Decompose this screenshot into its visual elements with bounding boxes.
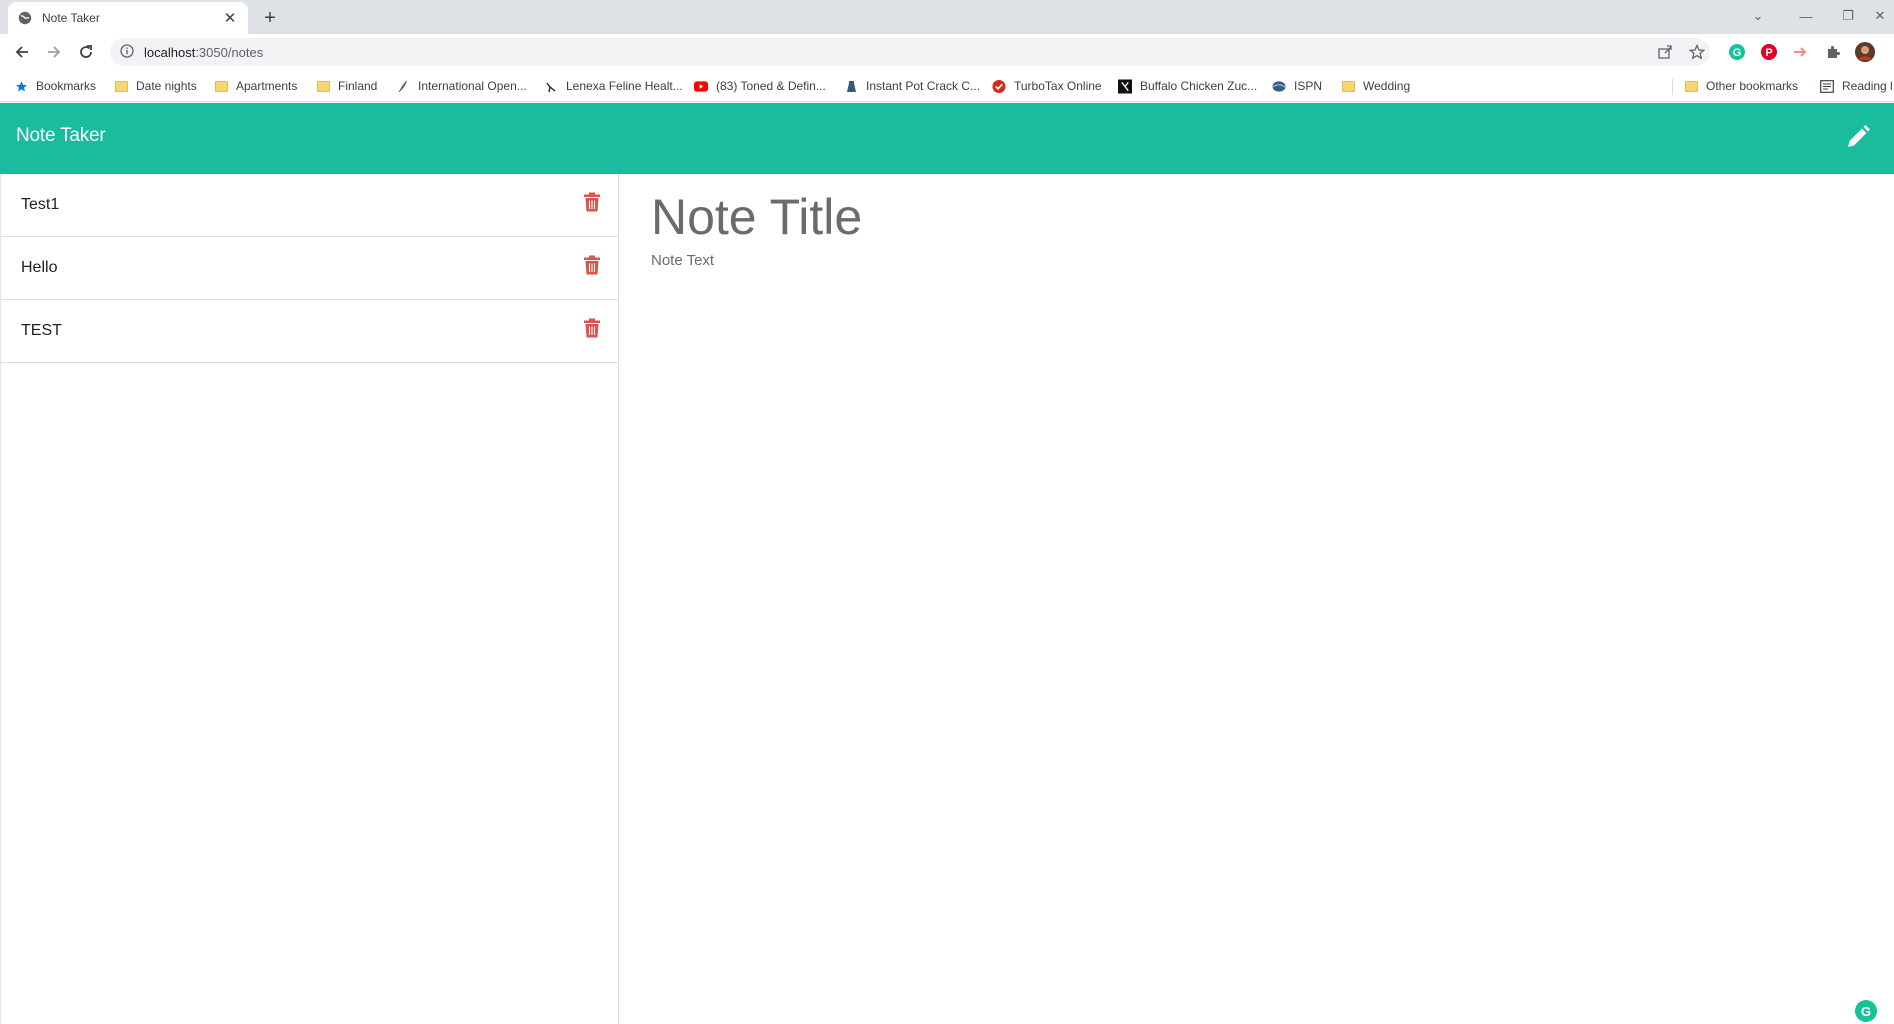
tab-title: Note Taker — [42, 11, 100, 25]
pinterest-extension-icon[interactable]: P — [1759, 42, 1779, 62]
feather-icon — [396, 79, 410, 93]
svg-text:G: G — [1733, 47, 1742, 59]
bookmark-folder[interactable]: Date nights — [114, 76, 197, 96]
browser-toolbar: localhost:3050/notes G P — [0, 34, 1894, 70]
bookmark-item[interactable]: Lenexa Feline Healt... — [544, 76, 683, 96]
bookmark-label: ISPN — [1294, 79, 1323, 93]
browser-tabstrip: Note Taker ✕ + ⌄ — ❐ ✕ — [0, 0, 1894, 34]
bookmark-item[interactable]: International Open... — [396, 76, 527, 96]
bookmark-item[interactable]: Buffalo Chicken Zuc... — [1118, 76, 1257, 96]
turbotax-icon — [992, 79, 1006, 93]
close-window-icon[interactable]: ✕ — [1866, 4, 1894, 28]
note-text-input[interactable] — [651, 252, 1851, 952]
bookmarks-divider — [1672, 79, 1673, 95]
trash-icon[interactable] — [583, 255, 601, 275]
bookmark-label: Apartments — [236, 79, 298, 93]
bookmark-label: Reading l — [1842, 79, 1893, 93]
bookmark-label: Wedding — [1363, 79, 1411, 93]
note-editor — [620, 174, 1894, 1024]
other-bookmarks-folder[interactable]: Other bookmarks — [1684, 76, 1798, 96]
bookmark-folder[interactable]: Finland — [316, 76, 377, 96]
close-tab-icon[interactable]: ✕ — [222, 10, 238, 27]
bookmark-label: Instant Pot Crack C... — [866, 79, 981, 93]
app-navbar: Note Taker — [0, 103, 1894, 174]
bookmark-label: Bookmarks — [36, 79, 97, 93]
new-tab-button[interactable]: + — [258, 6, 282, 30]
list-item[interactable]: Hello — [1, 237, 619, 300]
bookmark-item[interactable]: ISPN — [1272, 76, 1322, 96]
restore-icon[interactable]: ❐ — [1828, 4, 1868, 28]
profile-avatar[interactable] — [1855, 42, 1875, 62]
folder-icon — [214, 79, 228, 93]
bookmark-label: Lenexa Feline Healt... — [566, 79, 683, 93]
trash-icon[interactable] — [583, 318, 601, 338]
pencil-icon — [1845, 124, 1871, 155]
youtube-icon — [694, 79, 708, 93]
folder-icon — [114, 79, 128, 93]
bookmark-item[interactable]: Instant Pot Crack C... — [844, 76, 980, 96]
folder-icon — [1684, 79, 1698, 93]
globe-icon — [18, 11, 32, 25]
star-icon — [14, 79, 28, 93]
cat-icon — [544, 79, 558, 93]
list-item[interactable]: Test1 — [1, 174, 619, 237]
address-bar[interactable]: localhost:3050/notes — [110, 38, 1710, 66]
note-title: Test1 — [21, 196, 60, 213]
app-brand[interactable]: Note Taker — [16, 125, 106, 147]
folder-icon — [1341, 79, 1355, 93]
site-info-icon[interactable] — [120, 44, 136, 60]
pot-icon — [844, 79, 858, 93]
bookmark-label: International Open... — [418, 79, 527, 93]
notes-list: Test1 Hello TEST — [0, 174, 619, 1024]
grammarly-icon[interactable]: G — [1855, 1000, 1877, 1022]
minimize-icon[interactable]: — — [1786, 4, 1826, 28]
reload-icon[interactable] — [74, 40, 98, 64]
tab-search-icon[interactable]: ⌄ — [1738, 4, 1778, 28]
bookmark-folder[interactable]: Wedding — [1341, 76, 1410, 96]
browser-tab[interactable]: Note Taker ✕ — [8, 2, 248, 34]
site-icon — [1118, 79, 1132, 93]
bookmark-label: (83) Toned & Defin... — [716, 79, 826, 93]
back-icon[interactable] — [10, 40, 34, 64]
bookmark-label: Buffalo Chicken Zuc... — [1140, 79, 1258, 93]
bookmark-label: Other bookmarks — [1706, 79, 1799, 93]
bookmark-label: Date nights — [136, 79, 197, 93]
folder-icon — [316, 79, 330, 93]
list-item[interactable]: TEST — [1, 300, 619, 363]
bookmark-item[interactable]: TurboTax Online — [992, 76, 1102, 96]
extension-arrow-icon[interactable] — [1791, 42, 1811, 62]
reading-list-icon — [1820, 79, 1834, 93]
bookmark-folder[interactable]: Apartments — [214, 76, 297, 96]
reading-list-button[interactable]: Reading l — [1820, 76, 1893, 96]
svg-text:P: P — [1765, 47, 1772, 59]
bookmarks-bar: Bookmarks Date nights Apartments Finland… — [0, 70, 1894, 102]
bookmark-item[interactable]: (83) Toned & Defin... — [694, 76, 826, 96]
bookmark-label: Finland — [338, 79, 378, 93]
new-note-button[interactable] — [1844, 124, 1872, 155]
url-path: :3050/notes — [195, 44, 264, 60]
bookmark-star-icon[interactable] — [1687, 42, 1707, 62]
forward-icon[interactable] — [42, 40, 66, 64]
share-icon[interactable] — [1655, 42, 1675, 62]
note-title: Hello — [21, 259, 58, 276]
bookmark-item[interactable]: Bookmarks — [14, 76, 96, 96]
extensions-puzzle-icon[interactable] — [1823, 42, 1843, 62]
trash-icon[interactable] — [583, 192, 601, 212]
url-host: localhost — [144, 44, 196, 60]
globe-icon — [1272, 79, 1286, 93]
grammarly-extension-icon[interactable]: G — [1727, 42, 1747, 62]
note-title-input[interactable] — [651, 182, 1851, 252]
bookmark-label: TurboTax Online — [1014, 79, 1102, 93]
note-title: TEST — [21, 322, 62, 339]
